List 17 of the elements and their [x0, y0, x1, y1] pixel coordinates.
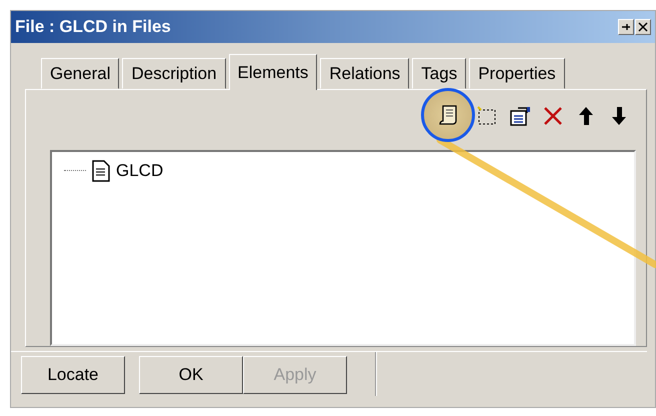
tab[interactable]: Properties	[469, 58, 565, 89]
tab[interactable]: Tags	[412, 58, 466, 89]
tab[interactable]: General	[41, 58, 120, 89]
scroll-button[interactable]	[421, 88, 475, 142]
window-title: File : GLCD in Files	[15, 17, 171, 37]
pin-button[interactable]	[618, 19, 634, 35]
pin-icon	[621, 22, 631, 32]
locate-button[interactable]: Locate	[21, 356, 125, 394]
tab[interactable]: Description	[122, 58, 226, 89]
tab[interactable]: Elements	[228, 54, 318, 90]
ok-button[interactable]: OK	[139, 356, 243, 394]
close-icon	[638, 22, 648, 32]
tree-item[interactable]: GLCD	[116, 160, 164, 181]
tab[interactable]: Relations	[320, 58, 410, 89]
dashed-box-icon	[474, 104, 498, 128]
close-button[interactable]	[635, 19, 651, 35]
document-icon	[92, 160, 110, 182]
